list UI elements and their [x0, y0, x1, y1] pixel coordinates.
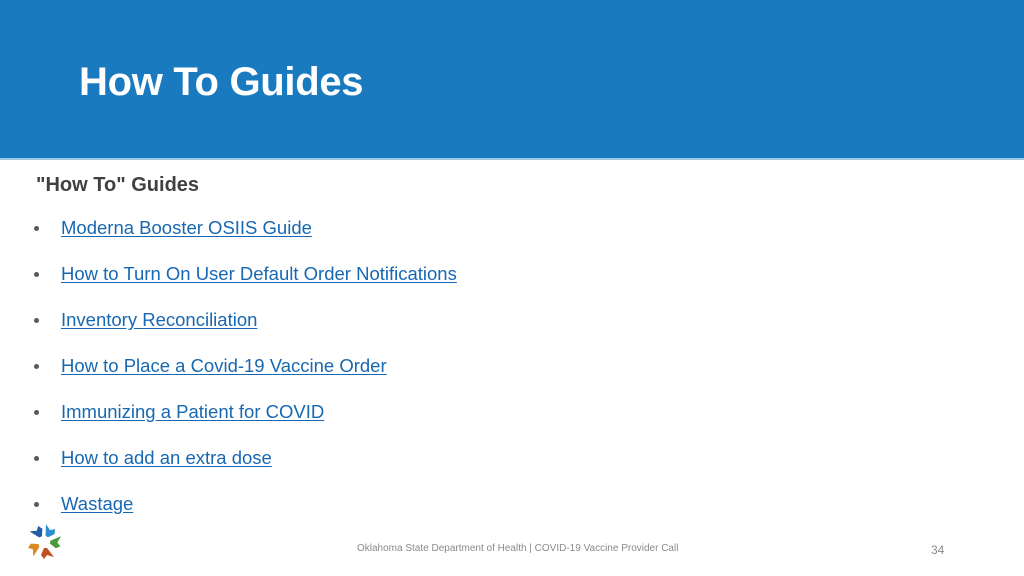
- title-banner: How To Guides: [0, 0, 1024, 160]
- list-item: Wastage: [34, 492, 133, 516]
- list-item: Moderna Booster OSIIS Guide: [34, 216, 312, 240]
- guide-link-order-notifications[interactable]: How to Turn On User Default Order Notifi…: [61, 263, 457, 285]
- bullet-icon: [34, 225, 39, 231]
- bullet-icon: [34, 455, 39, 461]
- bullet-icon: [34, 271, 39, 277]
- oklahoma-star-logo-icon: [28, 524, 62, 559]
- list-item: How to Turn On User Default Order Notifi…: [34, 262, 457, 286]
- list-item: Inventory Reconciliation: [34, 308, 257, 332]
- guide-link-immunizing-patient[interactable]: Immunizing a Patient for COVID: [61, 401, 324, 423]
- guide-link-moderna-booster[interactable]: Moderna Booster OSIIS Guide: [61, 217, 312, 239]
- footer-text: Oklahoma State Department of Health | CO…: [357, 543, 679, 554]
- slide-title: How To Guides: [79, 60, 364, 104]
- bullet-icon: [34, 363, 39, 369]
- list-item: How to Place a Covid-19 Vaccine Order: [34, 354, 387, 378]
- guide-link-extra-dose[interactable]: How to add an extra dose: [61, 447, 272, 469]
- bullet-icon: [34, 317, 39, 323]
- guide-link-inventory-reconciliation[interactable]: Inventory Reconciliation: [61, 309, 257, 331]
- page-number: 34: [931, 543, 945, 557]
- list-item: How to add an extra dose: [34, 446, 272, 470]
- list-item: Immunizing a Patient for COVID: [34, 400, 324, 424]
- guide-link-wastage[interactable]: Wastage: [61, 493, 133, 515]
- guide-link-place-order[interactable]: How to Place a Covid-19 Vaccine Order: [61, 355, 387, 377]
- bullet-icon: [34, 501, 39, 507]
- bullet-icon: [34, 409, 39, 415]
- section-heading: "How To" Guides: [36, 174, 200, 196]
